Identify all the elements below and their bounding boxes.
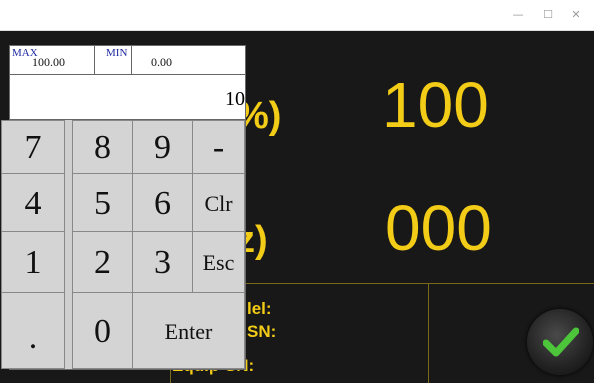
min-label: MIN — [106, 47, 128, 59]
key-8[interactable]: 8 — [72, 120, 133, 174]
info-label-sn: SN: — [247, 322, 277, 341]
entry-value: 10 — [225, 88, 245, 110]
key-3[interactable]: 3 — [132, 231, 193, 293]
maximize-button[interactable]: ☐ — [538, 7, 558, 23]
key-0[interactable]: 0 — [72, 292, 133, 369]
min-value: 0.00 — [151, 55, 172, 69]
window-title-bar: — ☐ ✕ — [0, 0, 594, 31]
range-bar: MAX 100.00 MIN 0.00 — [10, 46, 245, 75]
clear-button[interactable]: Clr — [192, 173, 245, 232]
confirm-button[interactable] — [527, 309, 593, 375]
reading-1-value: 100 — [382, 69, 489, 141]
key-minus[interactable]: - — [192, 120, 245, 174]
checkmark-icon — [543, 327, 579, 357]
numeric-keypad: MAX 100.00 MIN 0.00 10 7 8 9 - 4 5 6 Clr… — [1, 45, 246, 370]
reading-2-value: 000 — [385, 192, 492, 264]
key-7[interactable]: 7 — [1, 120, 65, 174]
key-4[interactable]: 4 — [1, 173, 65, 232]
max-value: 100.00 — [32, 55, 65, 69]
range-divider-2 — [131, 46, 132, 74]
escape-button[interactable]: Esc — [192, 231, 245, 293]
key-1[interactable]: 1 — [1, 231, 65, 293]
minimize-button[interactable]: — — [508, 7, 528, 23]
key-6[interactable]: 6 — [132, 173, 193, 232]
entry-field[interactable]: 10 — [10, 75, 245, 120]
info-divider-vertical — [428, 283, 429, 383]
key-2[interactable]: 2 — [72, 231, 133, 293]
close-button[interactable]: ✕ — [566, 7, 586, 23]
enter-button[interactable]: Enter — [132, 292, 245, 369]
key-9[interactable]: 9 — [132, 120, 193, 174]
key-5[interactable]: 5 — [72, 173, 133, 232]
info-label-model: lel: — [247, 299, 272, 318]
key-decimal[interactable]: . — [1, 292, 65, 369]
range-divider — [94, 46, 95, 74]
